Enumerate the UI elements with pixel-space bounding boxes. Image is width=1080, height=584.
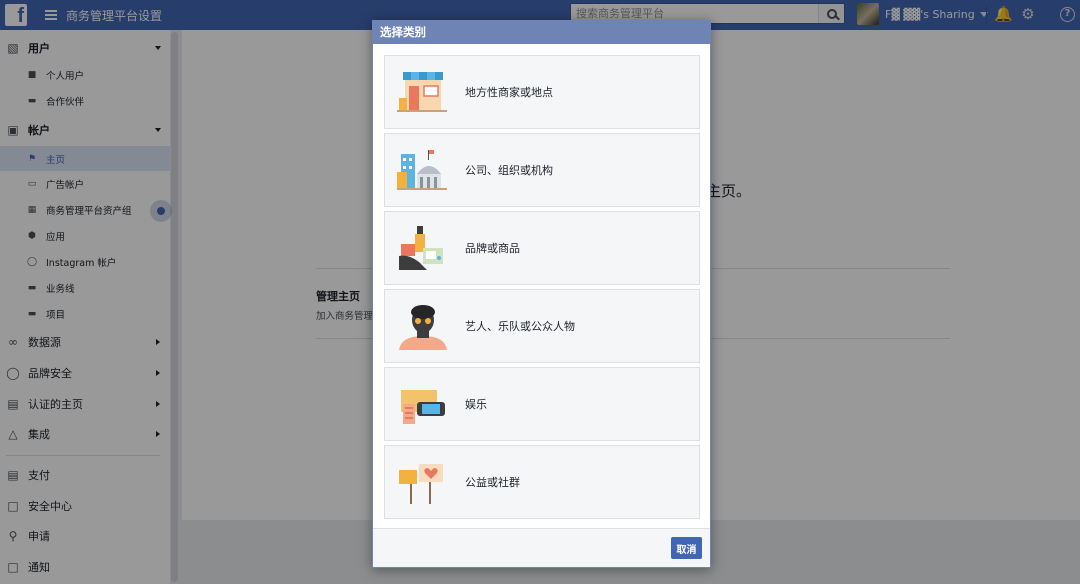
category-cause-community[interactable]: 公益或社群 [384,445,700,519]
category-label: 公益或社群 [465,476,520,489]
category-public-figure[interactable]: 艺人、乐队或公众人物 [384,289,700,363]
category-local-business[interactable]: 地方性商家或地点 [384,55,700,129]
category-brand-product[interactable]: 品牌或商品 [384,211,700,285]
storefront-icon [397,72,447,112]
buildings-icon [397,150,447,190]
category-label: 品牌或商品 [465,242,520,255]
person-public-icon [399,305,447,350]
products-icon [399,226,443,270]
signs-icon [399,464,443,504]
category-label: 娱乐 [465,398,487,411]
entertainment-icon [401,390,445,424]
cancel-button[interactable]: 取消 [671,537,702,559]
dialog-title: 选择类别 [373,21,710,44]
choose-category-dialog: 选择类别 地方性商家或地点 公司、组织或机构 品牌或商品 艺人、乐队或公众人物 … [372,20,711,568]
category-label: 艺人、乐队或公众人物 [465,320,575,333]
category-label: 公司、组织或机构 [465,164,553,177]
dialog-footer: 取消 [373,528,710,567]
category-company-organization[interactable]: 公司、组织或机构 [384,133,700,207]
category-label: 地方性商家或地点 [465,86,553,99]
category-entertainment[interactable]: 娱乐 [384,367,700,441]
